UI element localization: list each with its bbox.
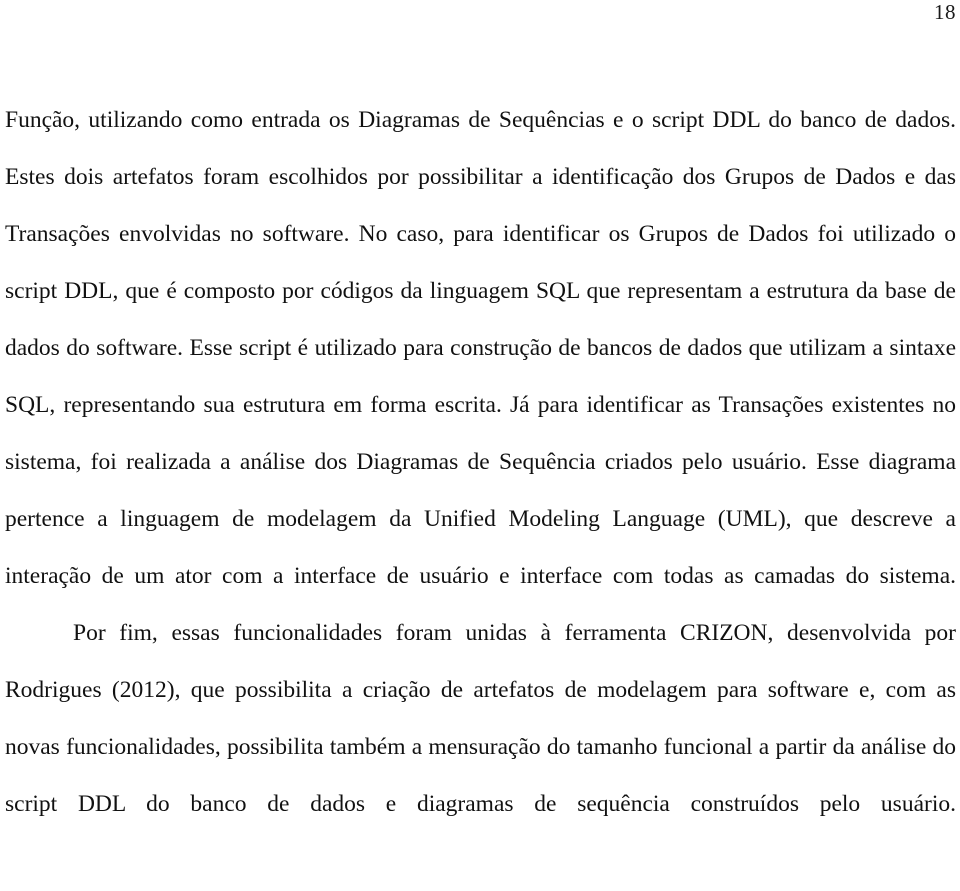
document-page: 18 Função, utilizando como entrada os Di… bbox=[0, 0, 960, 891]
paragraph-1: Função, utilizando como entrada os Diagr… bbox=[5, 107, 956, 589]
page-number: 18 bbox=[934, 0, 956, 24]
page-body: Função, utilizando como entrada os Diagr… bbox=[5, 92, 956, 833]
paragraph-2: Por fim, essas funcionalidades foram uni… bbox=[5, 620, 956, 817]
